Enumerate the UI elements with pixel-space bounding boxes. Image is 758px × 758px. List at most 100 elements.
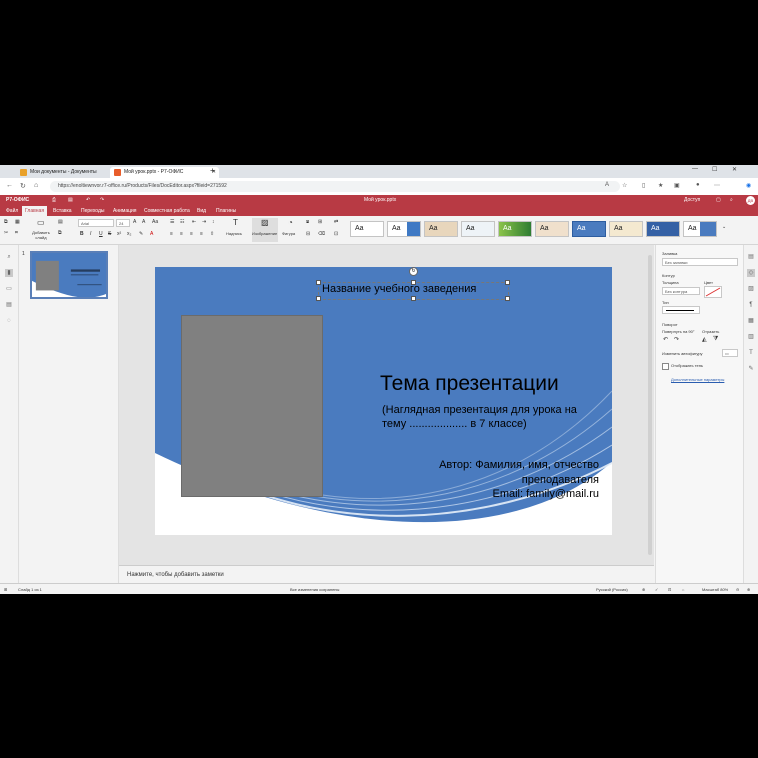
user-avatar[interactable]: ДВ xyxy=(746,196,755,205)
search-icon[interactable]: ⌕ xyxy=(730,195,733,206)
fill-select[interactable]: Без заливки xyxy=(662,258,738,266)
split-screen-icon[interactable]: ▯ xyxy=(642,182,645,189)
theme-corner[interactable]: Aa xyxy=(609,221,643,237)
bullets-icon[interactable]: ☰ xyxy=(170,219,174,225)
duplicate-slide-icon[interactable]: ⧉ xyxy=(58,230,62,236)
insert-image-button[interactable]: ▨ Изображение xyxy=(252,218,278,242)
slide-settings-icon[interactable]: ▤ xyxy=(747,253,755,261)
rotate-right-icon[interactable]: ↷ xyxy=(674,336,679,343)
theme-basic[interactable]: Aa xyxy=(387,221,421,237)
institution-name[interactable]: Название учебного заведения xyxy=(322,283,476,295)
theme-office[interactable]: Aa xyxy=(461,221,495,237)
theme-blue-wave[interactable]: Aa xyxy=(646,221,680,237)
add-slide-button[interactable]: ▭ Добавить слайд xyxy=(30,218,52,242)
more-themes-icon[interactable]: ⌄ xyxy=(722,224,726,230)
theme-green-leaf[interactable]: Aa xyxy=(498,221,532,237)
slide-nav-icon[interactable]: ⊞ xyxy=(4,584,7,594)
insert-shape-button[interactable]: ◔ Фигура xyxy=(282,218,304,242)
menu-collaboration[interactable]: Совместная работа xyxy=(141,206,193,216)
view-mode-icon[interactable]: ▢ xyxy=(716,195,721,206)
menu-insert[interactable]: Вставка xyxy=(50,206,75,216)
browser-tab-documents[interactable]: Мои документы - Документы ✕ xyxy=(16,167,120,178)
slide-thumbnail[interactable] xyxy=(30,251,108,299)
browser-tab-presentation[interactable]: Мой урок.pptx - Р7-ОФИС ✕ xyxy=(110,167,219,178)
font-size-select[interactable]: 24 xyxy=(116,219,130,227)
zoom-out-icon[interactable]: ⊖ xyxy=(736,584,739,594)
new-tab-button[interactable]: + xyxy=(210,166,215,175)
superscript-icon[interactable]: x² xyxy=(117,231,121,237)
format-painter-icon[interactable]: ⌗ xyxy=(15,230,18,236)
clear-style-icon[interactable]: ⌫ xyxy=(318,231,325,237)
underline-icon[interactable]: U xyxy=(99,231,103,237)
theme-classic[interactable]: Aa xyxy=(424,221,458,237)
increase-font-icon[interactable]: A xyxy=(133,219,136,225)
menu-animation[interactable]: Анимация xyxy=(110,206,139,216)
subscript-icon[interactable]: x₂ xyxy=(127,231,131,237)
menu-plugins[interactable]: Плагины xyxy=(213,206,239,216)
justify-icon[interactable]: ≡ xyxy=(200,231,203,237)
thickness-select[interactable]: Без контура xyxy=(662,287,700,295)
theme-lines[interactable]: Aa xyxy=(535,221,569,237)
redo-icon[interactable]: ↷ xyxy=(100,195,104,206)
fit-slide-icon[interactable]: ⊡ xyxy=(668,584,671,594)
read-aloud-icon[interactable]: A xyxy=(605,182,609,188)
image-settings-icon[interactable]: ▨ xyxy=(747,285,755,293)
more-icon[interactable]: ⋯ xyxy=(714,182,720,189)
resize-handle[interactable] xyxy=(316,280,321,285)
cut-icon[interactable]: ✂ xyxy=(4,230,8,236)
line-type-select[interactable] xyxy=(662,306,700,314)
table-settings-icon[interactable]: ▦ xyxy=(747,317,755,325)
copy-icon[interactable]: ⧉ xyxy=(4,219,8,225)
menu-view[interactable]: Вид xyxy=(194,206,209,216)
decrease-indent-icon[interactable]: ⇤ xyxy=(192,219,196,225)
refresh-icon[interactable]: ↻ xyxy=(20,182,26,190)
signature-settings-icon[interactable]: ✎ xyxy=(747,365,755,373)
font-color-icon[interactable]: A xyxy=(150,231,153,237)
stroke-color-picker[interactable] xyxy=(704,286,722,298)
change-shape-select[interactable]: ▭ xyxy=(722,349,738,357)
align-objects-icon[interactable]: ⊞ xyxy=(318,219,322,225)
comments-icon[interactable]: ▭ xyxy=(5,285,13,293)
author-block[interactable]: Автор: Фамилия, имя, отчество преподават… xyxy=(439,458,599,502)
copilot-icon[interactable]: ◉ xyxy=(746,182,751,189)
maximize-icon[interactable]: ☐ xyxy=(712,166,717,173)
presentation-title[interactable]: Тема презентации xyxy=(380,372,559,396)
minimize-icon[interactable]: — xyxy=(692,166,698,172)
favorites-icon[interactable]: ★ xyxy=(658,182,663,189)
replace-icon[interactable]: ⇄ xyxy=(334,219,338,225)
line-spacing-icon[interactable]: ↕ xyxy=(212,219,215,225)
language-select[interactable]: Русский (Россия) xyxy=(596,584,628,594)
collections-icon[interactable]: ▣ xyxy=(674,182,680,189)
paste-icon[interactable]: ▦ xyxy=(15,219,20,225)
presentation-subtitle[interactable]: (Наглядная презентация для урока на тему… xyxy=(382,403,577,431)
highlight-icon[interactable]: ✎ xyxy=(139,231,143,237)
slides-panel-icon[interactable]: ▮ xyxy=(5,269,13,277)
align-left-icon[interactable]: ≡ xyxy=(170,231,173,237)
change-case-icon[interactable]: Aa xyxy=(152,219,158,225)
chat-icon[interactable]: ▤ xyxy=(5,301,13,309)
profile-icon[interactable]: ● xyxy=(696,182,700,188)
bold-icon[interactable]: B xyxy=(80,231,84,237)
increase-indent-icon[interactable]: ⇥ xyxy=(202,219,206,225)
flip-horizontal-icon[interactable]: ◭ xyxy=(702,336,707,343)
arrange-icon[interactable]: ⧈ xyxy=(306,219,309,225)
align-center-icon[interactable]: ≡ xyxy=(180,231,183,237)
access-rights-link[interactable]: Доступ xyxy=(684,195,700,206)
image-placeholder[interactable] xyxy=(181,315,323,497)
undo-icon[interactable]: ↶ xyxy=(86,195,90,206)
close-window-icon[interactable]: ✕ xyxy=(732,166,737,173)
favorite-star-icon[interactable]: ☆ xyxy=(622,182,627,189)
zoom-in-icon[interactable]: ⊕ xyxy=(747,584,750,594)
insert-table-icon[interactable]: ⊟ xyxy=(306,231,310,237)
rotate-left-icon[interactable]: ↶ xyxy=(663,336,668,343)
chart-settings-icon[interactable]: ▥ xyxy=(747,333,755,341)
vertical-align-icon[interactable]: ⇳ xyxy=(210,231,214,237)
font-name-select[interactable]: Arial xyxy=(78,219,114,227)
theme-blue-selected[interactable]: Aa xyxy=(572,221,606,237)
vertical-scrollbar[interactable] xyxy=(648,255,652,555)
back-icon[interactable]: ← xyxy=(6,182,13,189)
save-icon[interactable]: ▤ xyxy=(68,195,73,206)
strikethrough-icon[interactable]: S xyxy=(108,231,111,237)
advanced-settings-link[interactable]: Дополнительные параметры xyxy=(671,377,724,382)
italic-icon[interactable]: I xyxy=(90,231,91,237)
